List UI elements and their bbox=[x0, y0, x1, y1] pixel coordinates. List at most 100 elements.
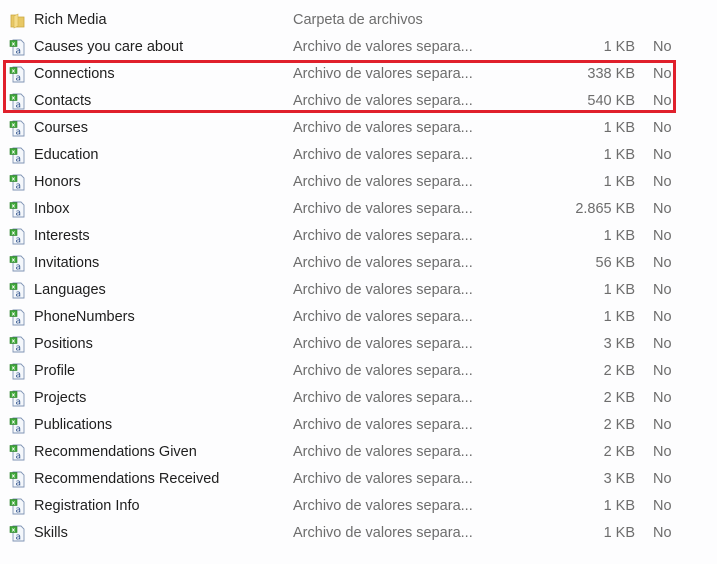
svg-text:a: a bbox=[16, 236, 22, 246]
file-type: Archivo de valores separa... bbox=[293, 282, 473, 298]
file-name: Profile bbox=[34, 363, 76, 379]
svg-text:a: a bbox=[16, 155, 22, 165]
csv-file-icon: x a bbox=[9, 282, 26, 300]
file-availability: No bbox=[653, 201, 672, 217]
svg-text:a: a bbox=[16, 209, 22, 219]
file-type: Archivo de valores separa... bbox=[293, 417, 473, 433]
file-name: Courses bbox=[34, 120, 88, 136]
file-size: 1 KB bbox=[603, 174, 635, 190]
file-type: Archivo de valores separa... bbox=[293, 498, 473, 514]
file-row[interactable]: x a Projects Archivo de valores separa...… bbox=[0, 385, 717, 412]
file-name: Contacts bbox=[34, 93, 92, 109]
file-availability: No bbox=[653, 147, 672, 163]
file-row[interactable]: Rich Media Carpeta de archivos bbox=[0, 7, 717, 34]
file-availability: No bbox=[653, 309, 672, 325]
svg-text:a: a bbox=[16, 182, 22, 192]
file-availability: No bbox=[653, 174, 672, 190]
file-row[interactable]: x a Positions Archivo de valores separa..… bbox=[0, 331, 717, 358]
svg-text:a: a bbox=[16, 533, 22, 543]
svg-text:a: a bbox=[16, 47, 22, 57]
file-name: Causes you care about bbox=[34, 39, 184, 55]
file-row[interactable]: x a Recommendations Received Archivo de v… bbox=[0, 466, 717, 493]
file-row[interactable]: x a Recommendations Given Archivo de valo… bbox=[0, 439, 717, 466]
file-row[interactable]: x a Publications Archivo de valores separ… bbox=[0, 412, 717, 439]
file-row[interactable]: x a Contacts Archivo de valores separa...… bbox=[0, 88, 717, 115]
svg-text:a: a bbox=[16, 290, 22, 300]
file-size: 1 KB bbox=[603, 498, 635, 514]
svg-text:a: a bbox=[16, 344, 22, 354]
svg-text:a: a bbox=[16, 452, 22, 462]
file-size: 3 KB bbox=[603, 336, 635, 352]
file-name: Recommendations Given bbox=[34, 444, 197, 460]
csv-file-icon: x a bbox=[9, 39, 26, 57]
file-type: Archivo de valores separa... bbox=[293, 390, 473, 406]
file-availability: No bbox=[653, 255, 672, 271]
file-row[interactable]: x a Connections Archivo de valores separa… bbox=[0, 61, 717, 88]
file-type: Archivo de valores separa... bbox=[293, 39, 473, 55]
file-row[interactable]: x a Causes you care about Archivo de valo… bbox=[0, 34, 717, 61]
file-row[interactable]: x a Registration Info Archivo de valores … bbox=[0, 493, 717, 520]
file-row[interactable]: x a Skills Archivo de valores separa... 1 … bbox=[0, 520, 717, 547]
csv-file-icon: x a bbox=[9, 66, 26, 84]
file-availability: No bbox=[653, 498, 672, 514]
file-size: 2.865 KB bbox=[575, 201, 635, 217]
file-row[interactable]: x a Interests Archivo de valores separa..… bbox=[0, 223, 717, 250]
file-type: Archivo de valores separa... bbox=[293, 363, 473, 379]
file-row[interactable]: x a Honors Archivo de valores separa... 1 … bbox=[0, 169, 717, 196]
csv-file-icon: x a bbox=[9, 444, 26, 462]
file-availability: No bbox=[653, 390, 672, 406]
file-list: Rich Media Carpeta de archivos x a Causes… bbox=[0, 7, 717, 547]
csv-file-icon: x a bbox=[9, 201, 26, 219]
file-name: Languages bbox=[34, 282, 106, 298]
file-row[interactable]: x a PhoneNumbers Archivo de valores separ… bbox=[0, 304, 717, 331]
svg-text:a: a bbox=[16, 263, 22, 273]
file-size: 1 KB bbox=[603, 228, 635, 244]
file-row[interactable]: x a Languages Archivo de valores separa..… bbox=[0, 277, 717, 304]
file-row[interactable]: x a Education Archivo de valores separa..… bbox=[0, 142, 717, 169]
file-name: Publications bbox=[34, 417, 113, 433]
csv-file-icon: x a bbox=[9, 255, 26, 273]
file-size: 1 KB bbox=[603, 147, 635, 163]
file-name: Rich Media bbox=[34, 12, 107, 28]
file-type: Archivo de valores separa... bbox=[293, 444, 473, 460]
file-name: Connections bbox=[34, 66, 115, 82]
csv-file-icon: x a bbox=[9, 93, 26, 111]
file-type: Archivo de valores separa... bbox=[293, 255, 473, 271]
svg-text:a: a bbox=[16, 506, 22, 516]
file-row[interactable]: x a Courses Archivo de valores separa... 1… bbox=[0, 115, 717, 142]
file-size: 1 KB bbox=[603, 39, 635, 55]
file-row[interactable]: x a Invitations Archivo de valores separa… bbox=[0, 250, 717, 277]
file-name: Education bbox=[34, 147, 99, 163]
file-availability: No bbox=[653, 228, 672, 244]
csv-file-icon: x a bbox=[9, 417, 26, 435]
file-size: 2 KB bbox=[603, 390, 635, 406]
file-availability: No bbox=[653, 444, 672, 460]
csv-file-icon: x a bbox=[9, 228, 26, 246]
csv-file-icon: x a bbox=[9, 147, 26, 165]
folder-icon bbox=[9, 12, 26, 29]
svg-text:a: a bbox=[16, 128, 22, 138]
svg-text:a: a bbox=[16, 74, 22, 84]
file-type: Archivo de valores separa... bbox=[293, 336, 473, 352]
file-availability: No bbox=[653, 120, 672, 136]
file-availability: No bbox=[653, 525, 672, 541]
file-size: 56 KB bbox=[595, 255, 636, 271]
file-name: Positions bbox=[34, 336, 93, 352]
file-size: 1 KB bbox=[603, 309, 635, 325]
file-type: Archivo de valores separa... bbox=[293, 174, 473, 190]
file-availability: No bbox=[653, 471, 672, 487]
file-type: Archivo de valores separa... bbox=[293, 66, 473, 82]
csv-file-icon: x a bbox=[9, 336, 26, 354]
file-type: Archivo de valores separa... bbox=[293, 147, 473, 163]
file-row[interactable]: x a Inbox Archivo de valores separa... 2.8… bbox=[0, 196, 717, 223]
file-type: Archivo de valores separa... bbox=[293, 120, 473, 136]
file-availability: No bbox=[653, 336, 672, 352]
svg-text:a: a bbox=[16, 101, 22, 111]
file-name: Interests bbox=[34, 228, 90, 244]
file-name: Recommendations Received bbox=[34, 471, 220, 487]
file-name: Invitations bbox=[34, 255, 100, 271]
file-type: Archivo de valores separa... bbox=[293, 228, 473, 244]
file-name: Honors bbox=[34, 174, 81, 190]
file-row[interactable]: x a Profile Archivo de valores separa... 2… bbox=[0, 358, 717, 385]
file-availability: No bbox=[653, 66, 672, 82]
